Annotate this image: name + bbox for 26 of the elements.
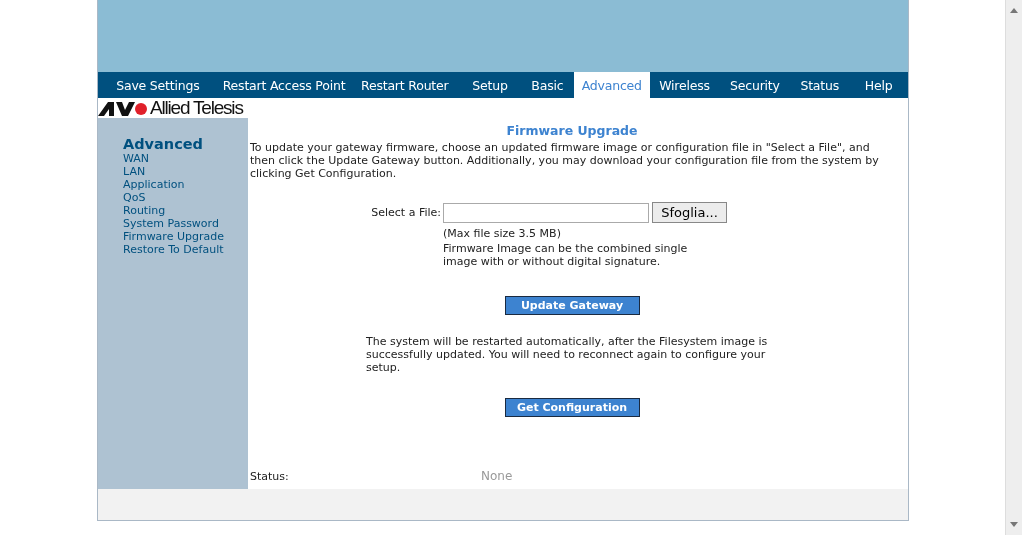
note-text: (Max file size 3.5 MB) [443, 227, 562, 240]
sidebar-link[interactable]: QoS [123, 191, 146, 204]
note-text: Firmware Image can be the combined single image with or without digital signature. [443, 242, 689, 268]
sidebar-heading: Advanced [123, 136, 204, 152]
sidebar-link[interactable]: Application [123, 178, 185, 191]
status-label: Status: [250, 470, 290, 483]
scroll-up-icon[interactable] [1010, 8, 1018, 13]
sidebar-link[interactable]: Restore To Default [123, 243, 224, 256]
logo-icon [98, 100, 148, 116]
file-field[interactable] [443, 202, 649, 223]
sidebar-link[interactable]: Routing [123, 204, 166, 217]
intro-text: To update your gateway firmware, choose an updated firmware image or configuration file in "Select a File", and then click the Update Gateway button. Additionally, you may download your configuration file from the system by clicking Get Configuration. [250, 141, 880, 180]
update-gateway-button[interactable]: Update Gateway [504, 296, 640, 315]
restart-note: The system will be restarted automatically, after the Filesystem image is successfully updated. You will need to reconnect again to configure your setup. [366, 335, 769, 374]
scroll-down-icon[interactable] [1010, 522, 1018, 527]
sidebar-link[interactable]: WAN [123, 152, 150, 165]
browse-button[interactable]: Sfoglia... [652, 202, 727, 223]
file-label: Select a File: [370, 206, 442, 219]
status-value: None [481, 470, 513, 483]
logo-text: Allied Telesis [150, 98, 243, 118]
nav-tab[interactable]: Advanced [573, 72, 650, 98]
sidebar-link[interactable]: System Password [123, 217, 219, 230]
sidebar-link[interactable]: Firmware Upgrade [123, 230, 224, 243]
get-configuration-button[interactable]: Get Configuration [504, 398, 640, 417]
page-title: Firmware Upgrade [506, 124, 638, 137]
sidebar-link[interactable]: LAN [123, 165, 146, 178]
